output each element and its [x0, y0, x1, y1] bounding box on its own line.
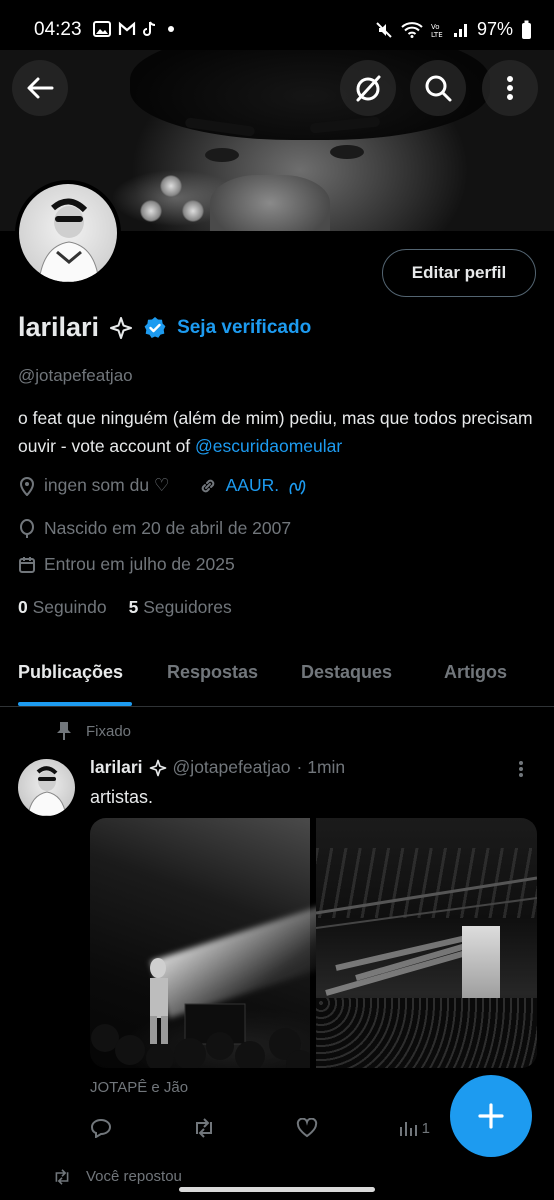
- following-stat[interactable]: 0 Seguindo: [18, 597, 107, 618]
- post-actions: 1: [90, 1118, 430, 1138]
- home-gesture-bar[interactable]: [179, 1187, 375, 1192]
- tab-publicacoes[interactable]: Publicações: [18, 662, 123, 683]
- mute-icon: [376, 21, 392, 38]
- post-time: · 1min: [296, 757, 346, 777]
- tiktok-icon: [143, 21, 156, 36]
- verified-badge-icon: [144, 316, 166, 338]
- profile-location: ingen som du ♡: [44, 475, 170, 495]
- post-image-concert-stage[interactable]: [90, 818, 360, 1068]
- post-author-name[interactable]: larilari: [90, 757, 143, 778]
- profile-birthday: Nascido em 20 de abril de 2007: [44, 518, 292, 538]
- pinned-label: Fixado: [86, 722, 132, 740]
- repost-icon: [55, 1168, 69, 1185]
- gallery-icon: [93, 21, 111, 37]
- reply-icon[interactable]: [90, 1118, 112, 1138]
- profile-bio: o feat que ninguém (além de mim) pediu, …: [18, 404, 538, 460]
- profile-website-link[interactable]: AAUR.: [226, 475, 279, 496]
- pinned-indicator: Fixado: [56, 721, 131, 741]
- volte-icon: VoLTE: [431, 23, 443, 38]
- link-icon: [201, 479, 214, 492]
- views-stat[interactable]: 1: [399, 1119, 430, 1137]
- status-time: 04:23: [34, 19, 82, 40]
- more-button[interactable]: [482, 60, 538, 116]
- post-text: artistas.: [90, 787, 154, 807]
- system-icons: Vo LTE 97%: [375, 19, 532, 40]
- battery-percent: 97%: [476, 19, 513, 39]
- profile-joined: Entrou em julho de 2025: [44, 554, 235, 574]
- profile-name-row: larilari Seja verificado: [18, 312, 311, 343]
- pin-icon: [57, 722, 71, 740]
- mail-icon: [118, 21, 136, 35]
- svg-text:Vo: Vo: [431, 23, 440, 31]
- bio-mention-link[interactable]: @escuridaomeular: [195, 436, 342, 456]
- post-more-button[interactable]: [518, 760, 524, 783]
- status-bar: 04:23 Vo LTE 97%: [0, 0, 554, 50]
- following-count: 0: [18, 597, 28, 617]
- search-icon: [425, 75, 452, 102]
- grok-button[interactable]: [340, 60, 396, 116]
- wifi-icon: [401, 21, 423, 38]
- views-chart-icon: [399, 1122, 417, 1136]
- active-tab-indicator: [18, 702, 132, 706]
- search-button[interactable]: [410, 60, 466, 116]
- profile-birthday-row: Nascido em 20 de abril de 2007: [18, 518, 291, 539]
- followers-count: 5: [128, 597, 139, 617]
- back-button[interactable]: [12, 60, 68, 116]
- hands-emoji-icon: [289, 479, 306, 495]
- svg-text:LTE: LTE: [431, 31, 443, 38]
- balloon-icon: [20, 518, 34, 538]
- post-media[interactable]: [90, 818, 537, 1068]
- profile-location-row: ingen som du ♡ AAUR.: [18, 475, 309, 496]
- profile-joined-row: Entrou em julho de 2025: [18, 554, 235, 575]
- profile-name: larilari: [18, 312, 100, 342]
- plus-icon: [478, 1103, 504, 1129]
- more-vertical-icon: [519, 761, 523, 777]
- post-image-stadium[interactable]: [316, 818, 537, 1068]
- sparkle-icon: [110, 316, 133, 339]
- edit-profile-button[interactable]: Editar perfil: [382, 249, 536, 297]
- tab-destaques[interactable]: Destaques: [301, 662, 392, 683]
- sparkle-icon: [149, 759, 166, 776]
- repost-icon[interactable]: [192, 1118, 216, 1138]
- slash-circle-icon: [356, 75, 381, 102]
- more-vertical-icon: [507, 76, 513, 100]
- post-header: larilari @jotapefeatjao · 1min: [90, 757, 345, 778]
- battery-icon: [522, 20, 531, 39]
- profile-avatar[interactable]: [15, 180, 121, 286]
- views-count: 1: [421, 1119, 430, 1137]
- next-post-label: Você repostou: [86, 1168, 182, 1185]
- following-label: Seguindo: [32, 597, 107, 617]
- like-icon[interactable]: [296, 1118, 318, 1138]
- compose-fab-button[interactable]: [450, 1075, 532, 1157]
- calendar-icon: [19, 556, 35, 573]
- location-pin-icon: [19, 476, 35, 496]
- signal-icon: [453, 23, 467, 37]
- profile-tabs: Publicações Respostas Destaques Artigos: [0, 648, 554, 707]
- arrow-left-icon: [27, 77, 54, 99]
- followers-label: Seguidores: [143, 597, 232, 617]
- media-caption: JOTAPÊ e Jão: [90, 1079, 189, 1096]
- tab-respostas[interactable]: Respostas: [167, 662, 258, 683]
- post-avatar[interactable]: [18, 759, 75, 816]
- avatar-photo: [38, 198, 100, 282]
- profile-handle: @jotapefeatjao: [18, 366, 133, 385]
- tab-artigos[interactable]: Artigos: [444, 662, 507, 683]
- follow-stats: 0 Seguindo 5 Seguidores: [18, 597, 232, 618]
- post-author-handle[interactable]: @jotapefeatjao: [173, 757, 291, 778]
- next-post-repost-label: Você repostou: [52, 1168, 182, 1185]
- followers-stat[interactable]: 5 Seguidores: [129, 597, 232, 618]
- notification-icons: [93, 21, 174, 37]
- get-verified-link[interactable]: Seja verificado: [177, 317, 311, 339]
- dot-icon: [168, 26, 174, 32]
- post-avatar-photo: [27, 766, 67, 816]
